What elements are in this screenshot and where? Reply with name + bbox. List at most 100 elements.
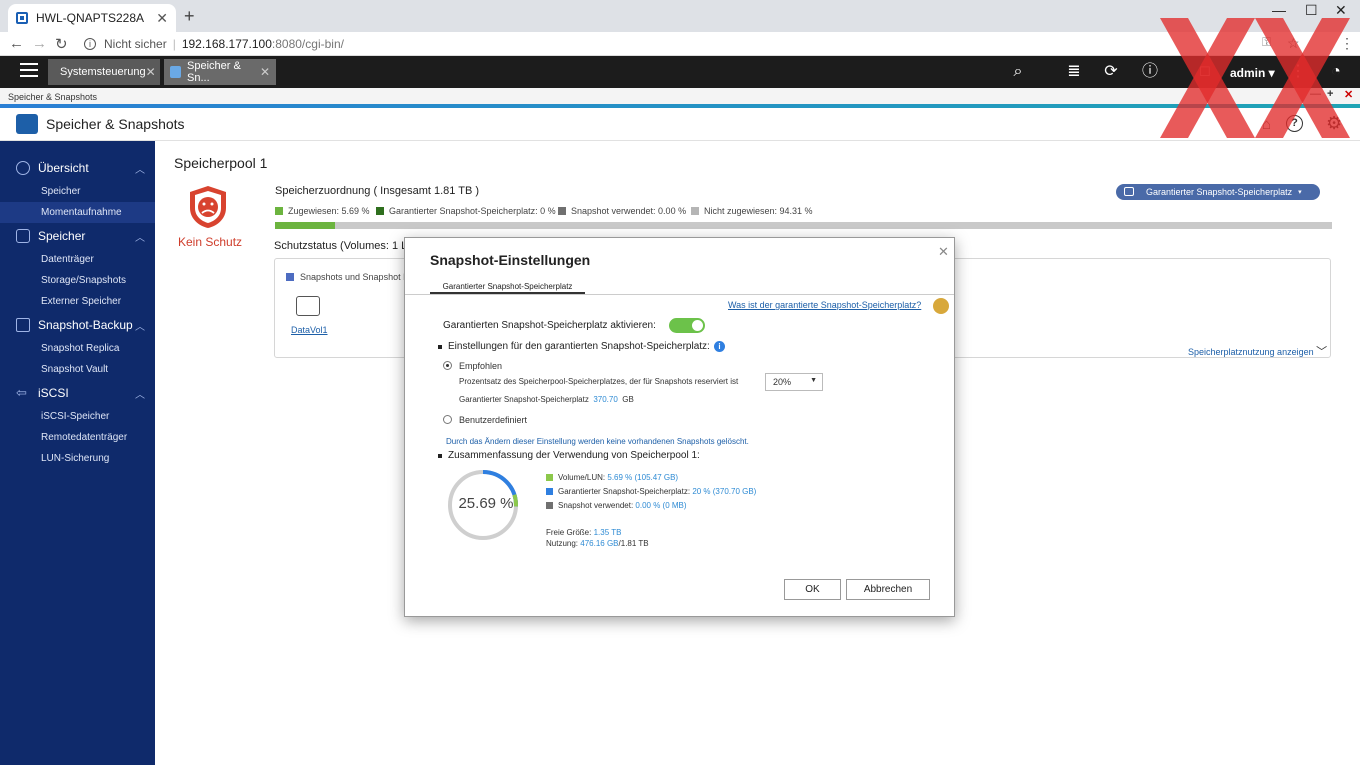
- legend-guaranteed: Garantierter Snapshot-Speicherplatz: 0 %: [376, 206, 556, 216]
- minimize-icon[interactable]: —: [1272, 2, 1286, 18]
- sidebar-section-snapshot-backup[interactable]: Snapshot-Backup ︿: [0, 314, 155, 336]
- legend-swatch: [558, 207, 566, 215]
- window-label: Speicher & Snapshots: [8, 92, 98, 102]
- bookmark-star-icon[interactable]: ☆: [1287, 35, 1300, 52]
- guaranteed-snapshot-dropdown[interactable]: Garantierter Snapshot-Speicherplatz ▾: [1116, 184, 1320, 200]
- recommended-label: Empfohlen: [459, 361, 503, 371]
- browser-tab[interactable]: HWL-QNAPTS228A ✕: [8, 4, 176, 32]
- database-icon: [1124, 187, 1134, 196]
- radio-custom[interactable]: [443, 415, 452, 424]
- url-field[interactable]: i Nicht sicher | 192.168.177.100 :8080/c…: [80, 35, 1280, 53]
- radio-recommended[interactable]: [443, 361, 452, 370]
- percent-label: Prozentsatz des Speicherpool-Speicherpla…: [459, 377, 739, 386]
- toggle-knob: [692, 320, 703, 331]
- user-avatar-icon[interactable]: ☐: [1195, 62, 1215, 82]
- legend-swatch: [546, 488, 553, 495]
- allocation-bar-fill: [275, 222, 336, 229]
- close-icon[interactable]: ✕: [146, 65, 156, 79]
- close-icon[interactable]: ✕: [260, 65, 270, 79]
- sidebar-item-storage-snapshots[interactable]: Storage/Snapshots: [0, 270, 155, 291]
- close-tab-icon[interactable]: ✕: [156, 10, 168, 27]
- assistant-icon[interactable]: [933, 298, 949, 314]
- url-host: 192.168.177.100: [181, 37, 272, 51]
- sidebar-section-uebersicht[interactable]: Übersicht ︿: [0, 157, 155, 179]
- volume-link[interactable]: DataVol1: [291, 325, 328, 335]
- tasks-icon[interactable]: ≣: [1064, 62, 1084, 82]
- sidebar-item-snapshot-replica[interactable]: Snapshot Replica: [0, 338, 155, 359]
- info-note: Durch das Ändern dieser Einstellung werd…: [446, 437, 749, 446]
- maximize-icon[interactable]: ☐: [1305, 2, 1318, 19]
- chevron-up-icon: ︿: [135, 321, 145, 333]
- back-icon[interactable]: ←: [9, 35, 24, 52]
- guaranteed-space-row: Garantierter Snapshot-Speicherplatz 370.…: [459, 395, 634, 404]
- caret-down-icon: ▼: [810, 377, 817, 384]
- tab-guaranteed-snapshot[interactable]: Garantierter Snapshot-Speicherplatz: [430, 282, 585, 294]
- close-icon[interactable]: ✕: [1344, 88, 1353, 101]
- app-tab-speicher[interactable]: Speicher & Sn... ✕: [164, 59, 276, 85]
- window-title-bar: Speicher & Snapshots — + ✕: [0, 88, 1360, 104]
- search-icon[interactable]: ⌕: [1008, 62, 1028, 82]
- sidebar-item-externer-speicher[interactable]: Externer Speicher: [0, 291, 155, 312]
- sidebar-item-momentaufnahme[interactable]: Momentaufnahme: [0, 202, 155, 223]
- sidebar-item-lun-sicherung[interactable]: LUN-Sicherung: [0, 448, 155, 469]
- main-menu-icon[interactable]: [20, 63, 38, 79]
- section-label: iSCSI: [38, 386, 69, 400]
- browser-menu-icon[interactable]: ⋮: [1340, 35, 1354, 52]
- ok-button[interactable]: OK: [784, 579, 841, 600]
- show-usage-link[interactable]: Speicherplatznutzung anzeigen ﹀: [1188, 343, 1327, 359]
- info-icon[interactable]: i: [714, 341, 725, 352]
- close-icon[interactable]: ✕: [938, 244, 949, 260]
- allocation-bar: [275, 222, 1332, 229]
- help-icon[interactable]: ?: [1286, 115, 1303, 132]
- usage-total: Nutzung: 476.16 GB/1.81 TB: [546, 539, 649, 548]
- donut-percent: 25.69 %: [458, 495, 514, 512]
- iscsi-icon: ⇦: [16, 385, 27, 400]
- info-icon[interactable]: ⓘ: [1140, 62, 1160, 82]
- legend-swatch: [546, 474, 553, 481]
- app-tab-systemsteuerung[interactable]: Systemsteuerung ✕: [48, 59, 160, 85]
- percent-select[interactable]: 20% ▼: [765, 373, 823, 391]
- reload-icon[interactable]: ↻: [55, 35, 68, 53]
- legend-allocated: Zugewiesen: 5.69 %: [275, 206, 370, 216]
- dashboard-icon[interactable]: ◔: [1326, 62, 1346, 82]
- tab-divider: [405, 294, 954, 295]
- user-menu[interactable]: admin ▾: [1230, 66, 1275, 80]
- maximize-icon[interactable]: +: [1327, 88, 1333, 100]
- sidebar-item-speicher[interactable]: Speicher: [0, 181, 155, 202]
- sidebar-section-speicher[interactable]: Speicher ︿: [0, 225, 155, 247]
- minimize-icon[interactable]: —: [1310, 88, 1321, 100]
- chevron-up-icon: ︿: [135, 232, 145, 244]
- overview-icon: [16, 161, 30, 175]
- legend-swatch: [691, 207, 699, 215]
- settings-gear-icon[interactable]: ⚙: [1326, 113, 1342, 134]
- cancel-button[interactable]: Abbrechen: [846, 579, 930, 600]
- sidebar: Übersicht ︿ Speicher Momentaufnahme Spei…: [0, 141, 155, 765]
- forward-icon[interactable]: →: [32, 35, 47, 52]
- legend-swatch: [286, 273, 294, 281]
- custom-label: Benutzerdefiniert: [459, 415, 528, 425]
- activate-toggle[interactable]: [669, 318, 705, 333]
- help-link[interactable]: Was ist der garantierte Snapshot-Speiche…: [728, 300, 921, 310]
- section-label: Übersicht: [38, 161, 89, 175]
- section-label: Snapshot-Backup: [38, 318, 133, 332]
- key-icon[interactable]: ⚿: [1262, 35, 1271, 50]
- shield-sad-icon: [190, 186, 226, 228]
- more-icon[interactable]: ⋮: [1288, 62, 1308, 82]
- sync-icon[interactable]: ⟳: [1101, 62, 1121, 82]
- info-icon[interactable]: i: [84, 38, 96, 50]
- legend-swatch: [275, 207, 283, 215]
- close-window-icon[interactable]: ✕: [1335, 2, 1347, 19]
- volume-drive-icon[interactable]: [296, 296, 320, 316]
- legend-unallocated: Nicht zugewiesen: 94.31 %: [691, 206, 813, 216]
- new-tab-button[interactable]: +: [184, 6, 195, 27]
- sidebar-item-remotedatentraeger[interactable]: Remotedatenträger: [0, 427, 155, 448]
- app-header: [0, 108, 1360, 141]
- sidebar-item-snapshot-vault[interactable]: Snapshot Vault: [0, 359, 155, 380]
- sidebar-item-datentraeger[interactable]: Datenträger: [0, 249, 155, 270]
- allocation-title: Speicherzuordnung ( Insgesamt 1.81 TB ): [275, 185, 480, 197]
- sidebar-item-iscsi-speicher[interactable]: iSCSI-Speicher: [0, 406, 155, 427]
- sidebar-section-iscsi[interactable]: ⇦ iSCSI ︿: [0, 382, 155, 404]
- snapshot-legend: Snapshots und Snapshot Re: [286, 272, 415, 282]
- notification-icon[interactable]: ⌂: [1262, 116, 1271, 133]
- storage-app-icon: [16, 114, 38, 134]
